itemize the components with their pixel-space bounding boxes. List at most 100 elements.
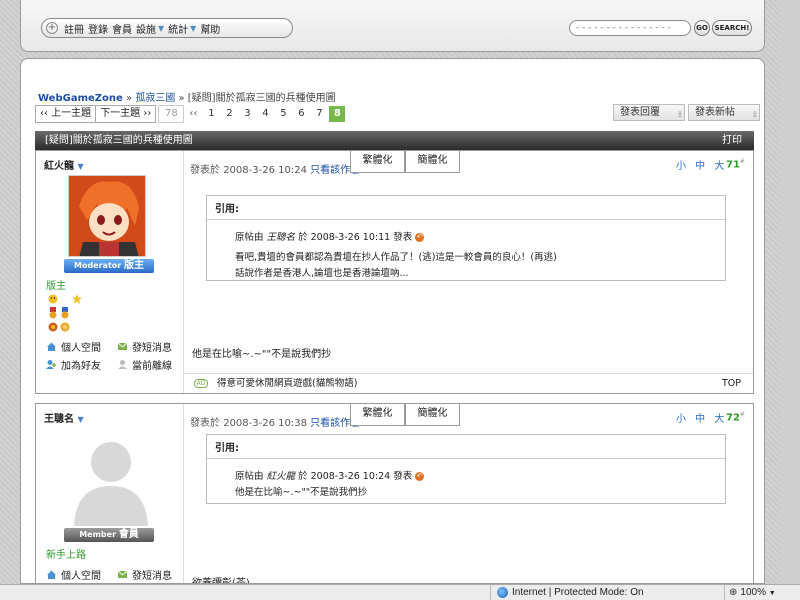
author-links: 個人空間 發短消息	[46, 567, 172, 583]
zoom-control[interactable]: ⊕ 100% ▼	[724, 585, 800, 600]
zoom-icon: ⊕	[729, 587, 738, 598]
online-status: 當前離線	[117, 357, 172, 372]
post-timestamp: 2008-3-26 10:24	[223, 165, 307, 176]
author-name-text: 紅火龍	[44, 161, 74, 172]
profile-link-label: 個人空間	[61, 343, 101, 354]
ribbon-medal-icon	[61, 307, 69, 319]
plus-icon[interactable]: +	[46, 22, 58, 34]
simplified-tab[interactable]: 簡體化	[405, 151, 460, 173]
post-floor-number: 72#	[726, 411, 745, 423]
go-button[interactable]: GO	[694, 20, 710, 36]
posted-prefix: 發表於	[190, 418, 220, 429]
breadcrumb: WebGameZone » 孤寂三國 » [疑問]關於孤寂三國的兵種使用圖	[38, 89, 336, 104]
page-link[interactable]: 4	[256, 105, 275, 123]
rank-zh: 版主	[124, 260, 144, 271]
quote-origin-time: 於 2008-3-26 10:11 發表	[298, 232, 413, 243]
page-link[interactable]: 6	[292, 105, 311, 123]
print-link[interactable]: 打印	[722, 131, 742, 150]
page-link[interactable]: 5	[274, 105, 293, 123]
chevron-down-icon[interactable]: ▼	[158, 24, 164, 33]
search-button[interactable]: SEARCH!	[712, 20, 752, 36]
quote-origin-prefix: 原帖由	[235, 471, 264, 482]
footer-ad-link[interactable]: 得意可愛休閒網頁遊戲(貓熊物語)	[217, 378, 357, 389]
breadcrumb-forum[interactable]: 孤寂三國	[135, 93, 175, 104]
simplified-tab[interactable]: 簡體化	[405, 404, 460, 426]
profile-link[interactable]: 個人空間	[46, 339, 101, 354]
floor-text: 72	[726, 412, 740, 424]
page-first[interactable]: 78	[158, 105, 185, 123]
user-group: 新手上路	[46, 550, 86, 561]
security-zone[interactable]: Internet | Protected Mode: On	[490, 585, 724, 600]
author-name[interactable]: 紅火龍 ▼	[44, 157, 84, 172]
quote-label: 引用:	[207, 196, 725, 220]
breadcrumb-thread: [疑問]關於孤寂三國的兵種使用圖	[187, 93, 336, 104]
profile-link[interactable]: 個人空間	[46, 567, 101, 582]
pager-row: ‹‹ 上一主題 下一主題 ›› 78 ‹‹ 1 2 3 4 5 6 7 8	[35, 105, 347, 123]
nav-members[interactable]: 會員	[112, 21, 132, 36]
page-link[interactable]: 7	[310, 105, 329, 123]
nav-help[interactable]: 幫助	[200, 21, 220, 36]
home-icon	[47, 570, 56, 579]
send-pm-label: 發短消息	[132, 571, 172, 582]
post-author-sidebar: 紅火龍 ▼ Moderator 版主 版主 個人空間 發短消息 加為好友 當前離…	[36, 151, 184, 393]
jump-to-post-icon[interactable]: ↶	[415, 472, 425, 481]
prev-thread-link[interactable]: ‹‹ 上一主題	[36, 106, 97, 122]
post-meta: 發表於 2008-3-26 10:38 只看該作者	[190, 414, 360, 429]
user-group: 版主	[46, 281, 66, 292]
quote-origin-prefix: 原帖由	[235, 232, 264, 243]
page-link[interactable]: 1	[202, 105, 221, 123]
new-post-button[interactable]: 發表新帖 ⁞⁞	[688, 104, 760, 121]
back-to-top-link[interactable]: TOP	[722, 374, 741, 394]
dots-icon: ⁞⁞	[752, 110, 757, 119]
jump-to-post-icon[interactable]: ↶	[415, 233, 425, 242]
quote-body: 原帖由 紅火龍 於 2008-3-26 10:24 發表 ↶ 他是在比喻~.~"…	[207, 459, 725, 501]
font-size-controls[interactable]: 小 中 大	[676, 157, 727, 172]
avatar	[66, 428, 156, 526]
quote-body: 原帖由 王聰名 於 2008-3-26 10:11 發表 ↶ 看吧,貴壇的會員都…	[207, 220, 725, 282]
quote-author: 王聰名	[266, 232, 296, 243]
post: 王聰名 ▼ Member 會員 新手上路 個人空間 發短消息 發表於 2008-…	[35, 403, 754, 584]
home-icon	[47, 342, 56, 351]
send-pm-label: 發短消息	[132, 343, 172, 354]
rank-en: Moderator	[73, 261, 122, 270]
chevron-down-icon: ▼	[768, 590, 776, 597]
right-gutter	[780, 0, 800, 584]
nav-stats[interactable]: 統計	[168, 21, 188, 36]
add-friend-icon	[46, 360, 56, 369]
reply-button[interactable]: 發表回覆 ⁞⁞	[613, 104, 685, 121]
new-post-label: 發表新帖	[695, 107, 735, 118]
badge-medal-icon	[48, 322, 58, 332]
script-tabs: 繁體化 簡體化	[350, 151, 460, 173]
traditional-tab[interactable]: 繁體化	[350, 404, 405, 426]
quote-block: 引用: 原帖由 紅火龍 於 2008-3-26 10:24 發表 ↶ 他是在比喻…	[206, 434, 726, 504]
send-pm-link[interactable]: 發短消息	[117, 339, 172, 354]
page-prev[interactable]: ‹‹	[184, 105, 203, 123]
author-links: 個人空間 發短消息 加為好友 當前離線	[46, 339, 172, 375]
author-name[interactable]: 王聰名 ▼	[44, 410, 84, 425]
font-size-controls[interactable]: 小 中 大	[676, 410, 727, 425]
next-thread-link[interactable]: 下一主題 ››	[96, 106, 155, 122]
thread-nav: ‹‹ 上一主題 下一主題 ››	[35, 105, 157, 123]
post-footer: AD 得意可愛休閒網頁遊戲(貓熊物語) TOP	[184, 373, 753, 393]
reply-label: 發表回覆	[620, 107, 660, 118]
nav-register[interactable]: 註冊	[64, 21, 84, 36]
chevron-down-icon[interactable]: ▼	[190, 24, 196, 33]
page-link[interactable]: 2	[220, 105, 239, 123]
add-friend-link[interactable]: 加為好友	[46, 357, 101, 372]
post-body: 他是在比喻~.~""不是說我們抄	[192, 349, 332, 360]
message-icon	[117, 570, 128, 578]
hash-icon: #	[739, 158, 745, 165]
nav-login[interactable]: 登錄	[88, 21, 108, 36]
page-link[interactable]: 3	[238, 105, 257, 123]
author-name-text: 王聰名	[44, 414, 74, 425]
search-input[interactable]	[570, 21, 690, 35]
ad-icon: AD	[194, 379, 208, 388]
post: 紅火龍 ▼ Moderator 版主 版主 個人空間 發短消息 加為好友 當前離…	[35, 150, 754, 394]
nav-facilities[interactable]: 設施	[136, 21, 156, 36]
traditional-tab[interactable]: 繁體化	[350, 151, 405, 173]
send-pm-link[interactable]: 發短消息	[117, 567, 172, 582]
breadcrumb-site[interactable]: WebGameZone	[38, 93, 123, 104]
post-author-sidebar: 王聰名 ▼ Member 會員 新手上路 個人空間 發短消息	[36, 404, 184, 583]
post-body: 欲蓋彌彰(茶)	[192, 578, 250, 584]
online-status-label: 當前離線	[132, 361, 172, 372]
